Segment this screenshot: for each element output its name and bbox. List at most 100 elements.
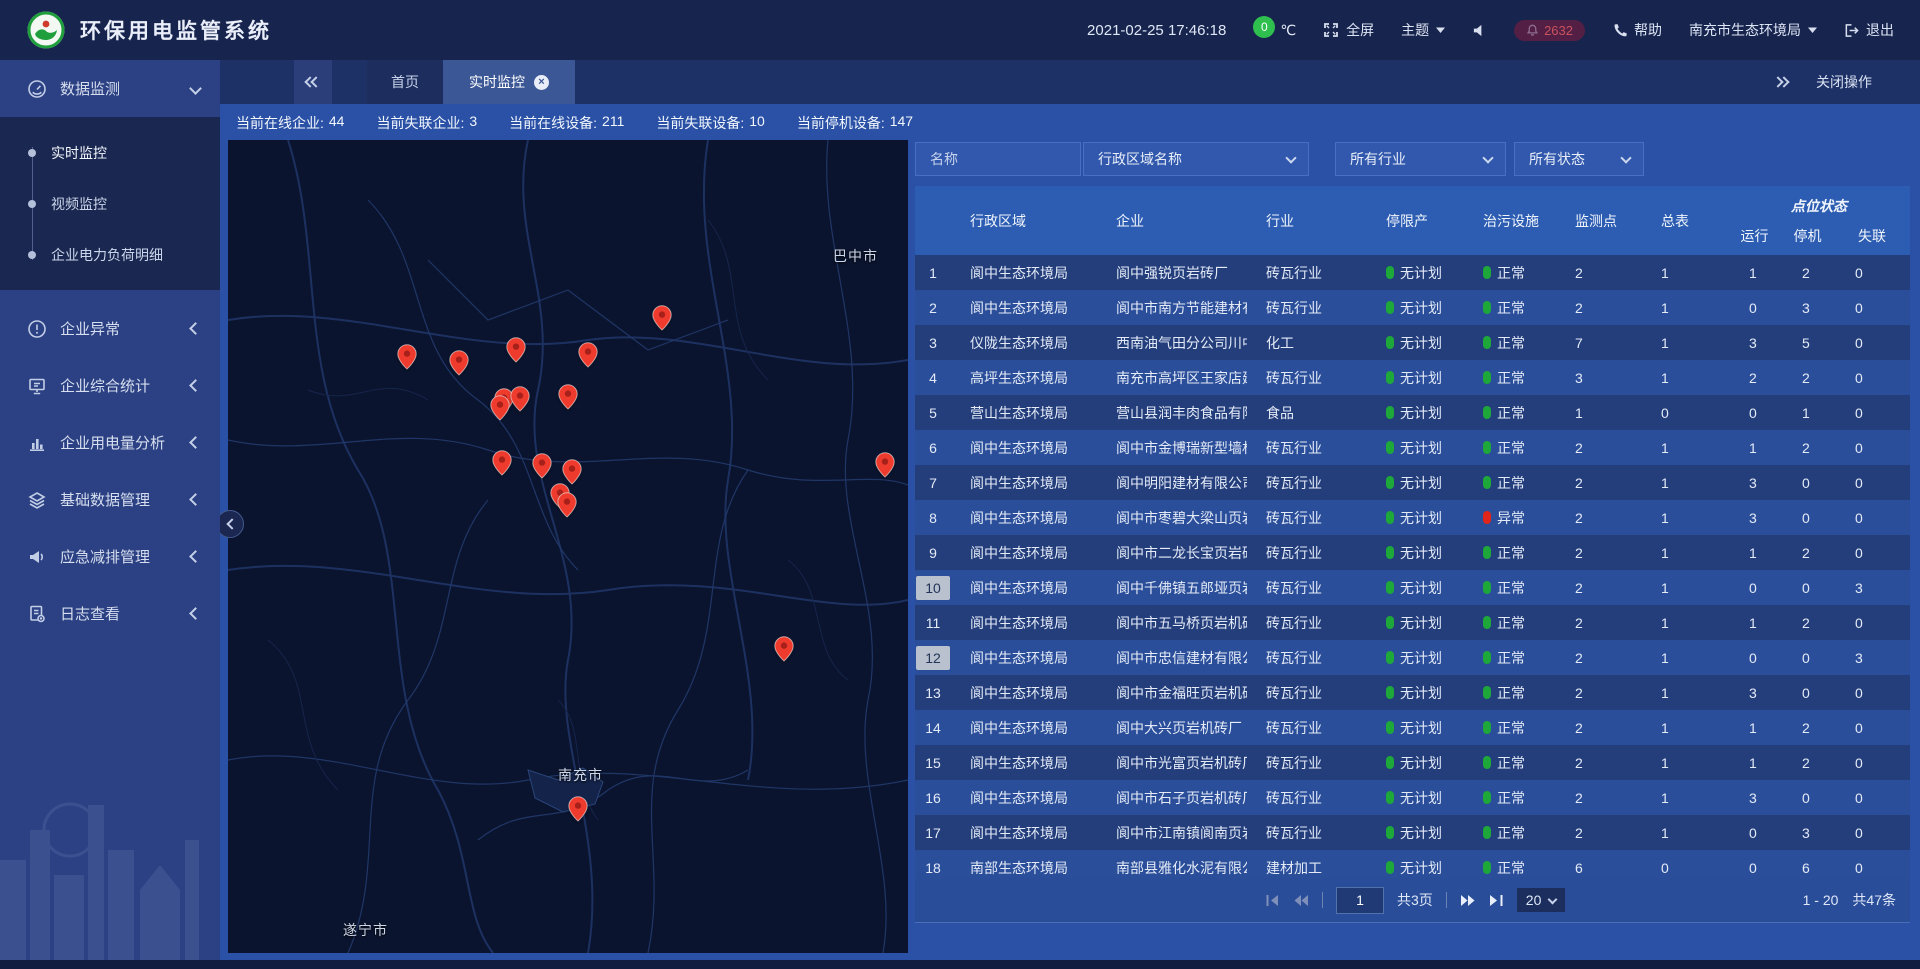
table-row[interactable]: 15 阆中生态环境局 阆中市光富页岩机砖厂 砖瓦行业 无计划 正常 2 1 1 … xyxy=(915,745,1910,780)
map-pin-icon[interactable] xyxy=(568,796,588,822)
map-pin-icon[interactable] xyxy=(652,305,672,331)
sidebar-item-enterprise-statistics[interactable]: 企业综合统计 xyxy=(0,357,220,414)
row-index: 13 xyxy=(916,681,950,705)
map-pin-icon[interactable] xyxy=(558,384,578,410)
user-dropdown[interactable]: 南充市生态环境局 xyxy=(1689,20,1817,40)
page-size-select[interactable]: 20 xyxy=(1517,888,1566,912)
cell-industry: 砖瓦行业 xyxy=(1247,508,1365,528)
row-index: 12 xyxy=(916,646,950,670)
table-row[interactable]: 13 阆中生态环境局 阆中市金福旺页岩机砖 砖瓦行业 无计划 正常 2 1 3 … xyxy=(915,675,1910,710)
cell-lost: 0 xyxy=(1834,405,1910,421)
sidebar-item-emergency-reduction[interactable]: 应急减排管理 xyxy=(0,528,220,585)
table-row[interactable]: 9 阆中生态环境局 阆中市二龙长宝页岩砖 砖瓦行业 无计划 正常 2 1 1 2… xyxy=(915,535,1910,570)
status-dot-icon xyxy=(1483,336,1491,349)
cell-region: 阆中生态环境局 xyxy=(951,788,1097,808)
map-pin-icon[interactable] xyxy=(875,452,895,478)
cell-run: 0 xyxy=(1728,860,1781,876)
status-dot-icon xyxy=(1483,686,1491,699)
cell-facility-status: 异常 xyxy=(1462,508,1554,528)
map-pin-icon[interactable] xyxy=(532,453,552,479)
map-pin-icon[interactable] xyxy=(506,337,526,363)
table-row[interactable]: 11 阆中生态环境局 阆中市五马桥页岩机砖 砖瓦行业 无计划 正常 2 1 1 … xyxy=(915,605,1910,640)
separator xyxy=(1446,892,1447,908)
cell-facility-status: 正常 xyxy=(1462,718,1554,738)
sidebar-item-power-load-detail[interactable]: 企业电力负荷明细 xyxy=(0,229,220,280)
cell-run: 1 xyxy=(1728,440,1781,456)
last-page-button[interactable] xyxy=(1489,894,1504,907)
logout-button[interactable]: 退出 xyxy=(1844,20,1894,40)
map-city-label: 南充市 xyxy=(558,765,603,785)
notifications-badge[interactable]: 2632 xyxy=(1514,20,1585,41)
table-row[interactable]: 16 阆中生态环境局 阆中市石子页岩机砖厂 砖瓦行业 无计划 正常 2 1 3 … xyxy=(915,780,1910,815)
name-filter-input[interactable] xyxy=(916,151,1080,167)
help-button[interactable]: 帮助 xyxy=(1612,20,1662,40)
table-row[interactable]: 7 阆中生态环境局 阆中明阳建材有限公司 砖瓦行业 无计划 正常 2 1 3 0… xyxy=(915,465,1910,500)
table-row[interactable]: 5 营山生态环境局 营山县润丰肉食品有限 食品 无计划 正常 1 0 0 1 0 xyxy=(915,395,1910,430)
theme-dropdown[interactable]: 主题 xyxy=(1401,20,1445,40)
table-row[interactable]: 8 阆中生态环境局 阆中市枣碧大梁山页岩 砖瓦行业 无计划 异常 2 1 3 0… xyxy=(915,500,1910,535)
stat-online-companies: 当前在线企业:44 xyxy=(236,113,344,133)
next-page-button[interactable] xyxy=(1460,894,1476,907)
sidebar-item-video-monitoring[interactable]: 视频监控 xyxy=(0,178,220,229)
cell-limit-status: 无计划 xyxy=(1365,718,1462,738)
map-pin-icon[interactable] xyxy=(492,450,512,476)
status-dot-icon xyxy=(1386,791,1394,804)
close-operations-dropdown[interactable]: 关闭操作 xyxy=(1816,72,1872,92)
tab-close-icon[interactable]: × xyxy=(534,75,549,90)
map-pin-icon[interactable] xyxy=(510,386,530,412)
map-canvas[interactable]: 巴中市 南充市 遂宁市 xyxy=(228,140,908,953)
tab-home[interactable]: 首页 xyxy=(367,60,443,104)
column-header-company: 企业 xyxy=(1097,211,1247,231)
cell-meters: 1 xyxy=(1640,545,1728,561)
status-dot-icon xyxy=(1483,266,1491,279)
first-page-button[interactable] xyxy=(1265,894,1280,907)
sidebar-item-data-monitoring[interactable]: 数据监测 xyxy=(0,60,220,117)
map-pin-icon[interactable] xyxy=(397,344,417,370)
table-row[interactable]: 6 阆中生态环境局 阆中市金博瑞新型墙材 砖瓦行业 无计划 正常 2 1 1 2… xyxy=(915,430,1910,465)
cell-region: 仪陇生态环境局 xyxy=(951,333,1097,353)
map-pin-icon[interactable] xyxy=(490,395,510,421)
sidebar-item-realtime-monitoring[interactable]: 实时监控 xyxy=(0,127,220,178)
collapsed-chevron-icon xyxy=(191,377,200,394)
map-pin-icon[interactable] xyxy=(449,350,469,376)
table-row[interactable]: 2 阆中生态环境局 阆中市南方节能建材有 砖瓦行业 无计划 正常 2 1 0 3… xyxy=(915,290,1910,325)
table-row[interactable]: 14 阆中生态环境局 阆中大兴页岩机砖厂 砖瓦行业 无计划 正常 2 1 1 2… xyxy=(915,710,1910,745)
table-row[interactable]: 18 南部生态环境局 南部县雅化水泥有限公 建材加工 无计划 正常 6 0 0 … xyxy=(915,850,1910,878)
sidebar-item-enterprise-anomaly[interactable]: 企业异常 xyxy=(0,300,220,357)
status-dot-icon xyxy=(1483,546,1491,559)
table-row[interactable]: 12 阆中生态环境局 阆中市忠信建材有限公 砖瓦行业 无计划 正常 2 1 0 … xyxy=(915,640,1910,675)
map-pin-icon[interactable] xyxy=(774,636,794,662)
fullscreen-button[interactable]: 全屏 xyxy=(1323,20,1374,40)
tab-scroll-right-button[interactable] xyxy=(1774,78,1788,86)
cell-stopped: 0 xyxy=(1781,685,1834,701)
tab-realtime-monitoring[interactable]: 实时监控 × xyxy=(443,60,575,104)
name-filter-field[interactable] xyxy=(915,142,1081,176)
cell-lost: 0 xyxy=(1834,545,1910,561)
sidebar-collapse-button[interactable] xyxy=(216,510,244,538)
table-row[interactable]: 4 高坪生态环境局 南充市高坪区王家店建 砖瓦行业 无计划 正常 3 1 2 2… xyxy=(915,360,1910,395)
mute-button[interactable] xyxy=(1472,23,1487,38)
sidebar-item-log-view[interactable]: 日志查看 xyxy=(0,585,220,642)
tab-scroll-left-button[interactable] xyxy=(294,60,332,104)
table-row[interactable]: 10 阆中生态环境局 阆中千佛镇五郎垭页岩 砖瓦行业 无计划 正常 2 1 0 … xyxy=(915,570,1910,605)
table-row[interactable]: 1 阆中生态环境局 阆中强锐页岩砖厂 砖瓦行业 无计划 正常 2 1 1 2 0 xyxy=(915,255,1910,290)
cell-lost: 0 xyxy=(1834,335,1910,351)
map-pin-icon[interactable] xyxy=(578,342,598,368)
table-row[interactable]: 3 仪陇生态环境局 西南油气田分公司川中 化工 无计划 正常 7 1 3 5 0 xyxy=(915,325,1910,360)
status-filter-select[interactable]: 所有状态 xyxy=(1514,142,1644,176)
page-number-input[interactable]: 1 xyxy=(1336,887,1384,914)
sidebar-item-base-data[interactable]: 基础数据管理 xyxy=(0,471,220,528)
cell-monitors: 2 xyxy=(1554,265,1640,281)
sidebar-item-power-analysis[interactable]: 企业用电量分析 xyxy=(0,414,220,471)
prev-page-button[interactable] xyxy=(1293,894,1309,907)
status-dot-icon xyxy=(1386,756,1394,769)
industry-filter-select[interactable]: 所有行业 xyxy=(1335,142,1506,176)
table-row[interactable]: 17 阆中生态环境局 阆中市江南镇阆南页岩 砖瓦行业 无计划 正常 2 1 0 … xyxy=(915,815,1910,850)
region-filter-select[interactable]: 行政区域名称 xyxy=(1083,142,1309,176)
map-pin-icon[interactable] xyxy=(557,492,577,518)
cell-region: 阆中生态环境局 xyxy=(951,298,1097,318)
map-pin-icon[interactable] xyxy=(562,459,582,485)
cell-stopped: 1 xyxy=(1781,405,1834,421)
cell-region: 阆中生态环境局 xyxy=(951,753,1097,773)
status-dot-icon xyxy=(1483,441,1491,454)
